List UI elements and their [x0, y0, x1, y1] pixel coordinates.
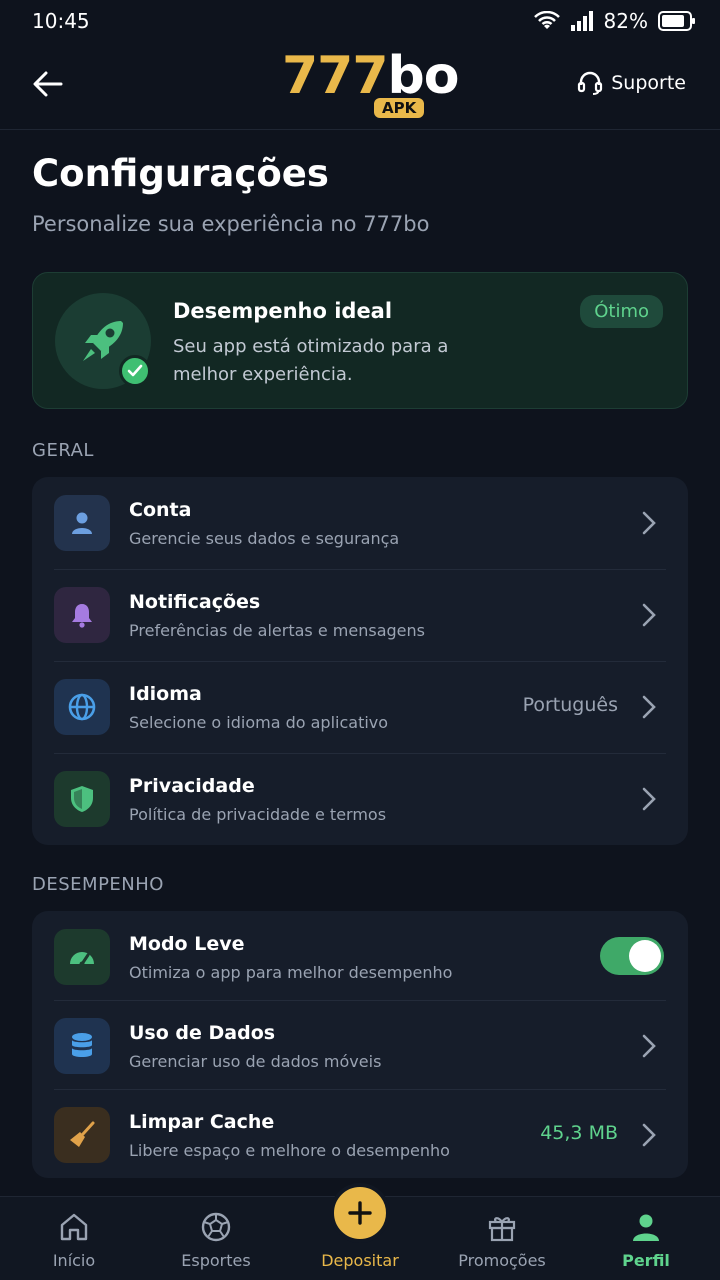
- app-logo: 777bo APK: [282, 46, 459, 124]
- nav-label: Início: [52, 1251, 96, 1270]
- home-icon: [60, 1213, 88, 1241]
- bell-icon: [54, 587, 110, 643]
- language-value: Português: [522, 694, 618, 716]
- back-button[interactable]: [28, 64, 68, 104]
- nav-home[interactable]: Início: [4, 1197, 144, 1280]
- nav-profile[interactable]: Perfil: [576, 1197, 716, 1280]
- nav-label: Depositar: [321, 1251, 399, 1270]
- wifi-icon: [533, 11, 560, 29]
- signal-icon: [570, 11, 593, 31]
- broom-icon: [54, 1107, 110, 1163]
- chevron-right-icon: [642, 695, 656, 719]
- plus-icon: [330, 1183, 390, 1243]
- headset-icon: [578, 71, 603, 95]
- row-subtitle: Libere espaço e melhore o desempenho: [129, 1141, 450, 1160]
- performance-badge: Ótimo: [580, 295, 663, 328]
- chevron-right-icon: [642, 603, 656, 627]
- settings-row-language[interactable]: Idioma Selecione o idioma do aplicativo …: [32, 661, 688, 753]
- nav-sports[interactable]: Esportes: [146, 1197, 286, 1280]
- row-subtitle: Política de privacidade e termos: [129, 805, 387, 824]
- battery-percent: 82%: [603, 9, 648, 33]
- app-header: 777bo APK Suporte: [0, 42, 720, 130]
- row-title: Privacidade: [129, 775, 255, 797]
- globe-icon: [54, 679, 110, 735]
- section-label-general: GERAL: [32, 440, 94, 461]
- row-title: Limpar Cache: [129, 1111, 275, 1133]
- row-subtitle: Preferências de alertas e mensagens: [129, 621, 425, 640]
- settings-row-clear-cache[interactable]: Limpar Cache Libere espaço e melhore o d…: [32, 1089, 688, 1178]
- soccer-ball-icon: [201, 1212, 231, 1242]
- settings-row-data-usage[interactable]: Uso de Dados Gerenciar uso de dados móve…: [32, 1000, 688, 1089]
- status-bar: 10:45 82%: [0, 0, 720, 42]
- row-title: Modo Leve: [129, 933, 245, 955]
- support-button[interactable]: Suporte: [577, 70, 686, 96]
- row-title: Idioma: [129, 683, 202, 705]
- nav-promotions[interactable]: Promoções: [432, 1197, 572, 1280]
- lite-mode-toggle[interactable]: [600, 937, 664, 975]
- shield-icon: [54, 771, 110, 827]
- user-icon: [54, 495, 110, 551]
- battery-icon: [658, 11, 695, 31]
- database-icon: [54, 1018, 110, 1074]
- settings-row-notifications[interactable]: Notificações Preferências de alertas e m…: [32, 569, 688, 661]
- chevron-right-icon: [642, 787, 656, 811]
- performance-description: Seu app está otimizado para a melhor exp…: [173, 336, 449, 385]
- chevron-right-icon: [642, 1034, 656, 1058]
- support-label: Suporte: [611, 72, 686, 94]
- settings-row-lite-mode: Modo Leve Otimiza o app para melhor dese…: [32, 911, 688, 1000]
- row-title: Notificações: [129, 591, 261, 613]
- performance-title: Desempenho ideal: [173, 299, 393, 323]
- nav-deposit[interactable]: Depositar: [290, 1183, 430, 1280]
- nav-label: Esportes: [181, 1251, 251, 1270]
- check-icon: [119, 355, 151, 387]
- speedometer-icon: [54, 929, 110, 985]
- status-icons: 82%: [533, 9, 696, 33]
- row-subtitle: Selecione o idioma do aplicativo: [129, 713, 389, 732]
- apk-badge: APK: [374, 98, 425, 118]
- status-time: 10:45: [32, 9, 90, 33]
- settings-row-privacy[interactable]: Privacidade Política de privacidade e te…: [32, 753, 688, 845]
- chevron-right-icon: [642, 511, 656, 535]
- nav-label: Perfil: [622, 1251, 670, 1270]
- cache-size-value: 45,3 MB: [540, 1122, 618, 1144]
- row-title: Uso de Dados: [129, 1022, 276, 1044]
- section-label-performance: DESEMPENHO: [32, 874, 164, 895]
- bottom-navigation: Início Esportes Depositar Promoções Perf…: [0, 1183, 720, 1280]
- chevron-right-icon: [642, 1123, 656, 1147]
- page-title: Configurações: [32, 152, 329, 195]
- row-subtitle: Gerenciar uso de dados móveis: [129, 1052, 382, 1071]
- page-subtitle: Personalize sua experiência no 777bo: [32, 212, 430, 236]
- gift-icon: [488, 1217, 516, 1242]
- performance-status-card: Desempenho ideal Seu app está otimizado …: [32, 272, 688, 409]
- row-subtitle: Otimiza o app para melhor desempenho: [129, 963, 453, 982]
- logo-suffix: bo: [387, 46, 460, 106]
- row-title: Conta: [129, 499, 192, 521]
- person-icon: [633, 1214, 659, 1241]
- logo-number: 777: [282, 46, 389, 106]
- nav-label: Promoções: [458, 1251, 546, 1270]
- arrow-left-icon: [33, 71, 63, 97]
- row-subtitle: Gerencie seus dados e segurança: [129, 529, 400, 548]
- settings-group-performance: Modo Leve Otimiza o app para melhor dese…: [32, 911, 688, 1178]
- settings-row-account[interactable]: Conta Gerencie seus dados e segurança: [32, 477, 688, 569]
- settings-group-general: Conta Gerencie seus dados e segurança No…: [32, 477, 688, 845]
- toggle-knob: [629, 940, 661, 972]
